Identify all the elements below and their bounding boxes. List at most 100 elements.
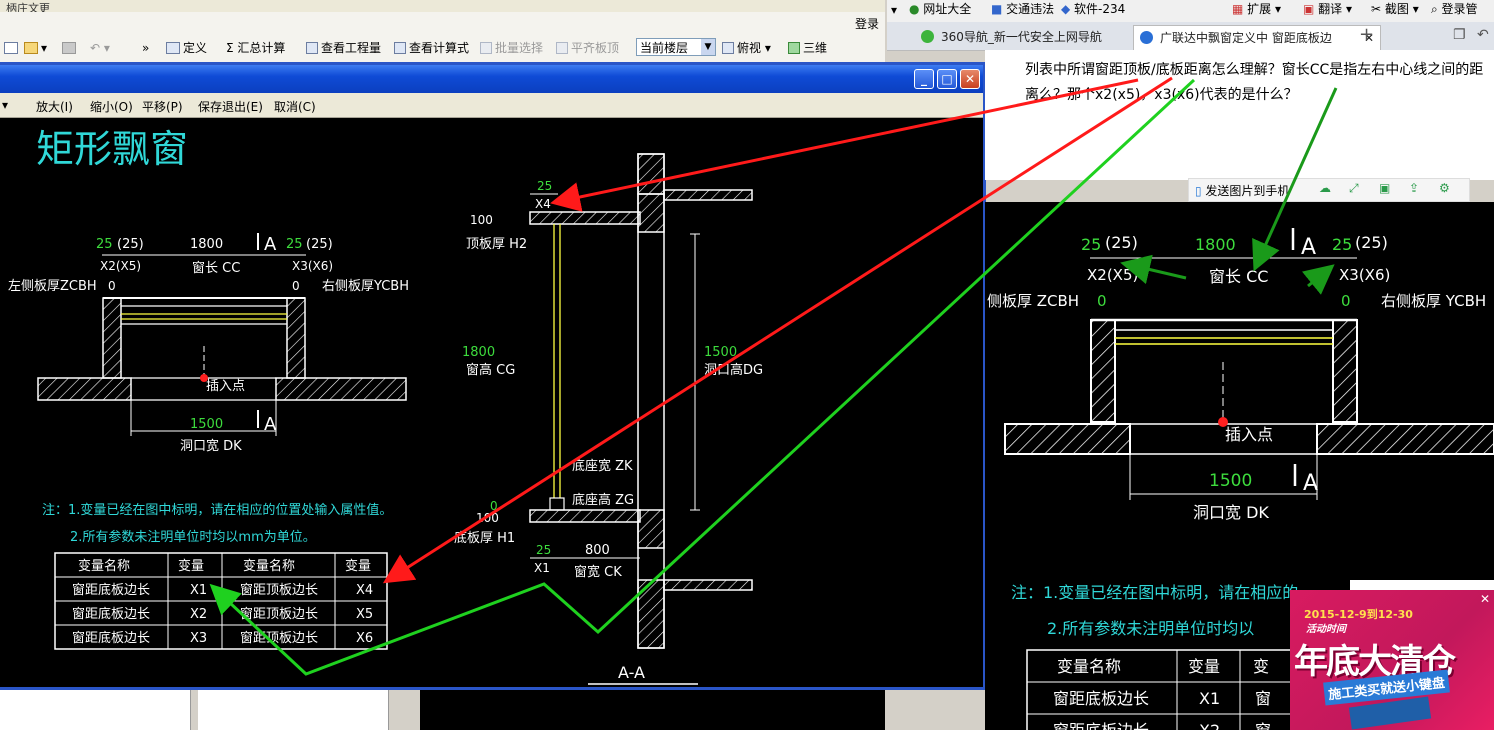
tab-360-nav[interactable]: 360导航_新一代安全上网导航 ✕ — [915, 25, 1156, 49]
plan-insert-point: 插入点 — [206, 379, 245, 394]
tab-glodon-question[interactable]: 广联达中飘窗定义中 窗距底板边 ✕ — [1133, 25, 1381, 50]
canvas-fragment — [420, 690, 885, 730]
cube-icon — [788, 42, 800, 54]
login-button[interactable]: 登录 — [855, 15, 879, 32]
plan-dk-label: 洞口宽 DK — [180, 438, 242, 454]
section-bottom-thick: 底板厚 H1 — [454, 530, 515, 546]
table-cell: X5 — [356, 607, 373, 622]
component-panel — [198, 690, 389, 730]
share-icon[interactable]: ⇪ — [1409, 181, 1419, 195]
property-panel — [0, 690, 191, 730]
batch-icon — [480, 42, 492, 54]
app-title: 柄庄文更 — [6, 2, 50, 12]
zoom-table-cell: 窗距底板边长 — [1053, 721, 1149, 730]
save-exit-button[interactable]: 保存退出(E) — [198, 98, 263, 115]
define-button[interactable]: 定义 — [166, 39, 207, 57]
maximize-icon[interactable]: □ — [937, 69, 957, 89]
three-d-button[interactable]: 三维 — [788, 39, 827, 57]
table-header: 变量 — [178, 558, 204, 574]
section-top-thick: 顶板厚 H2 — [466, 237, 527, 252]
batch-select-button[interactable]: 批量选择 — [480, 39, 543, 57]
view-formula-button[interactable]: 查看计算式 — [394, 39, 469, 57]
cancel-button[interactable]: 取消(C) — [274, 98, 316, 115]
view-mode-button[interactable]: 俯视 ▾ — [722, 39, 771, 57]
align-top-button[interactable]: 平齐板顶 — [556, 39, 619, 57]
plan-x2-label: X2(X5) — [100, 259, 141, 273]
plan-left-board: 左侧板厚ZCBH — [8, 279, 97, 294]
extensions-button[interactable]: ▦ 扩展 ▾ — [1232, 0, 1281, 17]
formula-icon — [394, 42, 406, 54]
plan-section-mark-bottom: A — [264, 414, 277, 435]
close-icon[interactable]: ✕ — [960, 69, 980, 89]
view-icon — [722, 42, 734, 54]
section-ck-label: 窗宽 CK — [574, 564, 622, 580]
section-bottom-thick-dim: 100 — [476, 511, 499, 525]
zoom-table-header: 变量 — [1188, 657, 1220, 676]
table-cell: X3 — [190, 631, 207, 646]
zoom-section-mark-bottom: A — [1303, 471, 1318, 496]
section-x1-label: X1 — [534, 561, 550, 575]
cloud-icon[interactable]: ☁ — [1319, 181, 1331, 195]
floor-select[interactable]: 当前楼层 ▼ — [636, 38, 716, 56]
bookmark-item[interactable]: ■ 交通违法 — [991, 0, 1054, 17]
bookmark-icon: ■ — [991, 2, 1007, 16]
zoom-out-button[interactable]: 缩小(O) — [90, 98, 133, 115]
promo-banner[interactable]: 2015-12-9到12-30 活动时间 年底大清仓 施工类买就送小键盘 ✕ — [1290, 590, 1494, 730]
new-tab-icon[interactable]: + — [1359, 24, 1374, 45]
note-line-2: 2.所有参数未注明单位时均以mm为单位。 — [70, 529, 316, 545]
fullscreen-icon[interactable]: ⤢ — [1349, 181, 1359, 196]
section-ck-dim: 800 — [585, 543, 610, 558]
zoom-x3-label: X3(X6) — [1339, 266, 1390, 284]
settings-gear-icon[interactable]: ⚙ — [1439, 181, 1450, 195]
toolbar-overflow-icon[interactable]: » — [142, 39, 149, 57]
zoom-x2-paren: (25) — [1105, 233, 1138, 252]
undo-tab-icon[interactable]: ↶ — [1477, 27, 1489, 43]
bookmark-chevron-icon[interactable]: ▾ — [891, 3, 897, 17]
pan-button[interactable]: 平移(P) — [142, 98, 183, 115]
translate-button[interactable]: ▣ 翻译 ▾ — [1303, 0, 1352, 17]
bookmark-item[interactable]: ● 网址大全 — [909, 0, 971, 17]
note-line-1: 注：1.变量已经在图中标明，请在相应的位置处输入属性值。 — [42, 502, 392, 518]
new-file-icon[interactable] — [4, 39, 21, 57]
section-cg-dim: 1800 — [462, 345, 495, 360]
zoom-x2-label: X2(X5) — [1087, 266, 1138, 284]
dropdown-arrow-icon[interactable]: ▾ — [2, 98, 8, 112]
zoom-dk-dim: 1500 — [1209, 471, 1252, 491]
login-manage-button[interactable]: ⌕ 登录管 — [1431, 0, 1478, 17]
send-to-phone-button[interactable]: ▯ 发送图片到手机 — [1195, 182, 1289, 199]
zoom-table-cell: 窗 — [1255, 689, 1271, 708]
close-ad-icon[interactable]: ✕ — [1480, 592, 1490, 606]
save-icon[interactable] — [62, 39, 79, 57]
phone-icon: ▯ — [1195, 184, 1206, 198]
table-cell: X4 — [356, 583, 373, 598]
plan-zero-right: 0 — [292, 279, 300, 293]
plan-x2-paren: (25) — [117, 237, 144, 252]
zoom-note-2: 2.所有参数未注明单位时均以 — [1047, 619, 1254, 638]
zoom-dk-label: 洞口宽 DK — [1193, 503, 1269, 522]
view-quantity-button[interactable]: 查看工程量 — [306, 39, 381, 57]
zoom-insert-point: 插入点 — [1225, 425, 1273, 444]
table-cell: 窗距顶板边长 — [240, 582, 318, 598]
dialog-title-bar[interactable]: _ □ ✕ — [0, 65, 983, 93]
plan-x3-label: X3(X6) — [292, 259, 333, 273]
plan-cc-label: 窗长 CC — [192, 260, 240, 276]
tab-list-icon[interactable]: ❐ — [1453, 27, 1466, 43]
section-view: 25 X4 100 顶板厚 H2 1800 窗高 CG 1500 洞口高DG 底… — [454, 153, 763, 685]
summary-calc-button[interactable]: Σ 汇总计算 — [226, 39, 285, 57]
minimize-icon[interactable]: _ — [914, 69, 934, 89]
search-icon: ⌕ — [1431, 2, 1442, 16]
zoom-in-button[interactable]: 放大(I) — [36, 98, 73, 115]
bookmark-icon: ● — [909, 2, 924, 16]
table-cell: X2 — [190, 607, 207, 622]
undo-icon[interactable]: ↶ ▾ — [90, 39, 110, 57]
open-folder-icon[interactable]: ▾ — [24, 39, 47, 57]
section-top-thick-dim: 100 — [470, 213, 493, 227]
quantity-icon — [306, 42, 318, 54]
zoom-right-board: 右侧板厚 YCBH — [1381, 292, 1486, 310]
bookmark-icon: ◆ — [1061, 2, 1075, 16]
screenshot-button[interactable]: ✂ 截图 ▾ — [1371, 0, 1419, 17]
save-image-icon[interactable]: ▣ — [1379, 181, 1390, 195]
bookmark-item[interactable]: ◆ 软件-234 — [1061, 0, 1125, 17]
section-zk-label: 底座宽 ZK — [572, 458, 633, 474]
table-cell: 窗距顶板边长 — [240, 606, 318, 622]
